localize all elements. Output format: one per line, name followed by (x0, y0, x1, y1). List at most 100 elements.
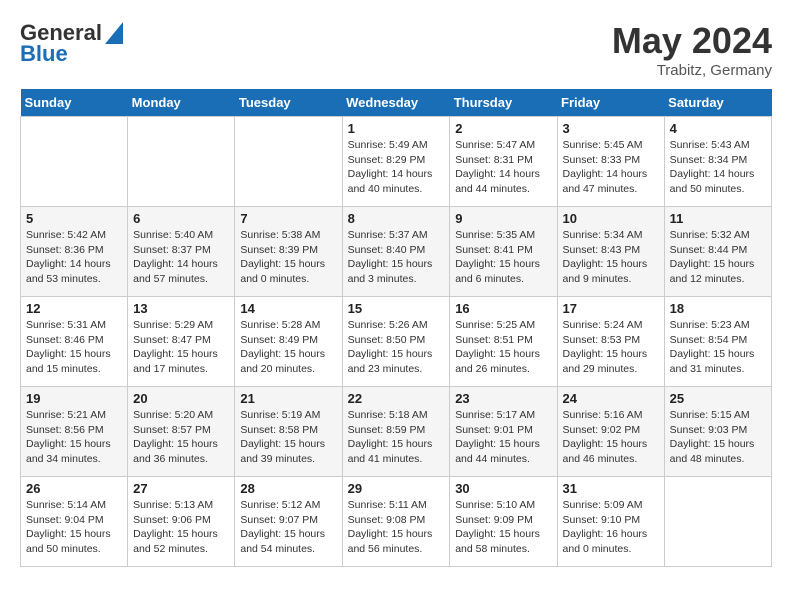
day-number: 24 (563, 391, 659, 406)
day-info: Sunrise: 5:23 AMSunset: 8:54 PMDaylight:… (670, 318, 766, 377)
calendar-cell: 9Sunrise: 5:35 AMSunset: 8:41 PMDaylight… (450, 207, 557, 297)
calendar-cell: 15Sunrise: 5:26 AMSunset: 8:50 PMDayligh… (342, 297, 450, 387)
day-number: 19 (26, 391, 122, 406)
day-info-line: and 17 minutes. (133, 363, 208, 375)
day-info: Sunrise: 5:40 AMSunset: 8:37 PMDaylight:… (133, 228, 229, 287)
day-info-line: and 48 minutes. (670, 453, 745, 465)
day-info-line: and 44 minutes. (455, 453, 530, 465)
day-number: 21 (240, 391, 336, 406)
day-info-line: Sunrise: 5:15 AM (670, 409, 750, 421)
weekday-header-friday: Friday (557, 89, 664, 117)
day-info-line: Sunset: 9:08 PM (348, 514, 426, 526)
day-info-line: Daylight: 14 hours (670, 168, 755, 180)
day-info-line: Sunset: 8:40 PM (348, 244, 426, 256)
logo: General Blue (20, 20, 123, 67)
day-info: Sunrise: 5:29 AMSunset: 8:47 PMDaylight:… (133, 318, 229, 377)
day-info-line: and 0 minutes. (240, 273, 309, 285)
day-info-line: and 15 minutes. (26, 363, 101, 375)
day-info: Sunrise: 5:31 AMSunset: 8:46 PMDaylight:… (26, 318, 122, 377)
day-number: 6 (133, 211, 229, 226)
calendar-cell: 22Sunrise: 5:18 AMSunset: 8:59 PMDayligh… (342, 387, 450, 477)
weekday-header-saturday: Saturday (664, 89, 771, 117)
day-number: 26 (26, 481, 122, 496)
day-info-line: Sunset: 9:01 PM (455, 424, 533, 436)
day-info-line: and 3 minutes. (348, 273, 417, 285)
calendar-cell: 3Sunrise: 5:45 AMSunset: 8:33 PMDaylight… (557, 117, 664, 207)
day-number: 1 (348, 121, 445, 136)
day-info-line: Daylight: 15 hours (670, 258, 755, 270)
day-info: Sunrise: 5:14 AMSunset: 9:04 PMDaylight:… (26, 498, 122, 557)
day-number: 14 (240, 301, 336, 316)
day-info-line: Sunrise: 5:40 AM (133, 229, 213, 241)
calendar-cell: 31 Sunrise: 5:09 AMSunset: 9:10 PMDayligh… (557, 477, 664, 567)
day-number: 31 (563, 481, 659, 496)
day-info-line: Sunrise: 5:28 AM (240, 319, 320, 331)
day-info-line: Sunrise: 5:09 AM (563, 499, 643, 511)
calendar-cell: 10Sunrise: 5:34 AMSunset: 8:43 PMDayligh… (557, 207, 664, 297)
day-info-line: Sunrise: 5:14 AM (26, 499, 106, 511)
day-number: 28 (240, 481, 336, 496)
day-number: 5 (26, 211, 122, 226)
day-info-line: Daylight: 15 hours (348, 438, 433, 450)
calendar-cell: 4Sunrise: 5:43 AMSunset: 8:34 PMDaylight… (664, 117, 771, 207)
day-info-line: Sunset: 8:49 PM (240, 334, 318, 346)
day-info: Sunrise: 5:49 AMSunset: 8:29 PMDaylight:… (348, 138, 445, 197)
day-info-line: Daylight: 14 hours (563, 168, 648, 180)
day-number: 16 (455, 301, 551, 316)
day-info: Sunrise: 5:19 AMSunset: 8:58 PMDaylight:… (240, 408, 336, 467)
day-info-line: Daylight: 15 hours (348, 258, 433, 270)
day-info-line: Daylight: 15 hours (455, 438, 540, 450)
calendar-table: SundayMondayTuesdayWednesdayThursdayFrid… (20, 89, 772, 567)
calendar-cell (235, 117, 342, 207)
day-info-line: and 36 minutes. (133, 453, 208, 465)
day-info: Sunrise: 5:20 AMSunset: 8:57 PMDaylight:… (133, 408, 229, 467)
day-info-line: Sunset: 9:04 PM (26, 514, 104, 526)
day-info-line: Daylight: 15 hours (133, 348, 218, 360)
day-info-line: Daylight: 15 hours (670, 348, 755, 360)
day-info-line: Daylight: 14 hours (455, 168, 540, 180)
calendar-cell: 29 Sunrise: 5:11 AMSunset: 9:08 PMDayligh… (342, 477, 450, 567)
day-info-line: Sunrise: 5:38 AM (240, 229, 320, 241)
day-number: 12 (26, 301, 122, 316)
day-info: Sunrise: 5:10 AMSunset: 9:09 PMDaylight:… (455, 498, 551, 557)
day-number: 20 (133, 391, 229, 406)
day-info-line: and 12 minutes. (670, 273, 745, 285)
day-info-line: and 41 minutes. (348, 453, 423, 465)
month-year-title: May 2024 (612, 20, 772, 62)
day-info-line: Daylight: 15 hours (348, 348, 433, 360)
day-info-line: Daylight: 15 hours (240, 438, 325, 450)
calendar-cell: 17Sunrise: 5:24 AMSunset: 8:53 PMDayligh… (557, 297, 664, 387)
day-number: 29 (348, 481, 445, 496)
day-info: Sunrise: 5:15 AMSunset: 9:03 PMDaylight:… (670, 408, 766, 467)
day-info-line: Daylight: 15 hours (240, 258, 325, 270)
calendar-cell: 19Sunrise: 5:21 AMSunset: 8:56 PMDayligh… (21, 387, 128, 477)
day-number: 27 (133, 481, 229, 496)
day-number: 3 (563, 121, 659, 136)
day-info-line: and 26 minutes. (455, 363, 530, 375)
day-number: 17 (563, 301, 659, 316)
calendar-cell (21, 117, 128, 207)
day-info-line: Sunset: 9:09 PM (455, 514, 533, 526)
day-info-line: Daylight: 15 hours (455, 348, 540, 360)
day-info-line: Sunset: 9:06 PM (133, 514, 211, 526)
day-info-line: Daylight: 15 hours (240, 348, 325, 360)
title-block: May 2024 Trabitz, Germany (612, 20, 772, 79)
day-info: Sunrise: 5:38 AMSunset: 8:39 PMDaylight:… (240, 228, 336, 287)
day-info-line: Sunrise: 5:42 AM (26, 229, 106, 241)
calendar-cell: 20 Sunrise: 5:20 AMSunset: 8:57 PMDayligh… (128, 387, 235, 477)
day-info-line: Daylight: 14 hours (133, 258, 218, 270)
day-info-line: and 6 minutes. (455, 273, 524, 285)
day-info-line: and 23 minutes. (348, 363, 423, 375)
calendar-cell: 23Sunrise: 5:17 AMSunset: 9:01 PMDayligh… (450, 387, 557, 477)
calendar-body: 1 Sunrise: 5:49 AMSunset: 8:29 PMDaylight… (21, 117, 772, 567)
day-info: Sunrise: 5:09 AMSunset: 9:10 PMDaylight:… (563, 498, 659, 557)
day-info-line: Sunset: 9:03 PM (670, 424, 748, 436)
day-info: Sunrise: 5:32 AMSunset: 8:44 PMDaylight:… (670, 228, 766, 287)
calendar-cell: 27Sunrise: 5:13 AMSunset: 9:06 PMDayligh… (128, 477, 235, 567)
day-info-line: Sunset: 8:58 PM (240, 424, 318, 436)
day-info: Sunrise: 5:11 AMSunset: 9:08 PMDaylight:… (348, 498, 445, 557)
day-info-line: Sunset: 8:51 PM (455, 334, 533, 346)
day-info-line: and 29 minutes. (563, 363, 638, 375)
weekday-header-row: SundayMondayTuesdayWednesdayThursdayFrid… (21, 89, 772, 117)
day-info-line: Daylight: 15 hours (240, 528, 325, 540)
